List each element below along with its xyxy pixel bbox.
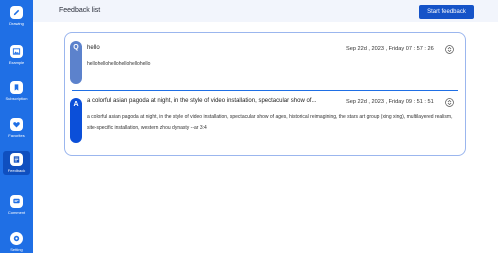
heart-icon	[10, 118, 23, 131]
nav-item-feedback[interactable]: Feedback	[3, 151, 30, 175]
answer-badge: A	[70, 98, 82, 143]
answer-title: a colorful asian pagoda at night, in the…	[87, 98, 317, 104]
page-title: Feedback list	[59, 7, 101, 14]
nav-item-setting[interactable]: Setting	[0, 232, 33, 252]
gear-icon	[10, 232, 23, 245]
sidebar: Drawing Example Subscription Favorites F	[0, 0, 33, 253]
comment-icon	[10, 195, 23, 208]
nav-item-example[interactable]: Example	[0, 45, 33, 65]
expand-toggle-icon[interactable]	[445, 45, 454, 54]
answer-timestamp: Sep 22d , 2023 , Friday 09 : 51 : 51	[346, 99, 434, 105]
nav-label-example: Example	[8, 60, 25, 65]
start-feedback-button[interactable]: Start feedback	[419, 5, 474, 19]
bookmark-icon	[10, 81, 23, 94]
question-badge: Q	[70, 41, 82, 84]
nav-label-favorites: Favorites	[8, 133, 25, 138]
pencil-icon	[10, 6, 23, 19]
nav-label-comment: Comment	[7, 210, 26, 215]
nav-item-comment[interactable]: Comment	[0, 195, 33, 215]
question-title: hello	[87, 45, 100, 51]
image-icon	[10, 45, 23, 58]
divider	[72, 90, 458, 91]
feedback-card: Q hello Sep 22d , 2023 , Friday 07 : 57 …	[64, 32, 466, 156]
nav-label-subscription: Subscription	[5, 96, 28, 101]
question-timestamp: Sep 22d , 2023 , Friday 07 : 57 : 26	[346, 46, 434, 52]
nav-label-setting: Setting	[10, 247, 23, 252]
feedback-icon	[10, 153, 23, 166]
nav-item-favorites[interactable]: Favorites	[0, 118, 33, 138]
nav-item-drawing[interactable]: Drawing	[0, 6, 33, 26]
app-root: Drawing Example Subscription Favorites F	[0, 0, 498, 253]
nav-label-feedback: Feedback	[7, 168, 26, 173]
nav-item-subscription[interactable]: Subscription	[0, 81, 33, 101]
nav-label-drawing: Drawing	[9, 21, 24, 26]
answer-body: a colorful asian pagoda at night, in the…	[87, 114, 453, 131]
expand-toggle-icon[interactable]	[445, 98, 454, 107]
question-body: hellohellohellohellohellohello	[87, 61, 151, 67]
